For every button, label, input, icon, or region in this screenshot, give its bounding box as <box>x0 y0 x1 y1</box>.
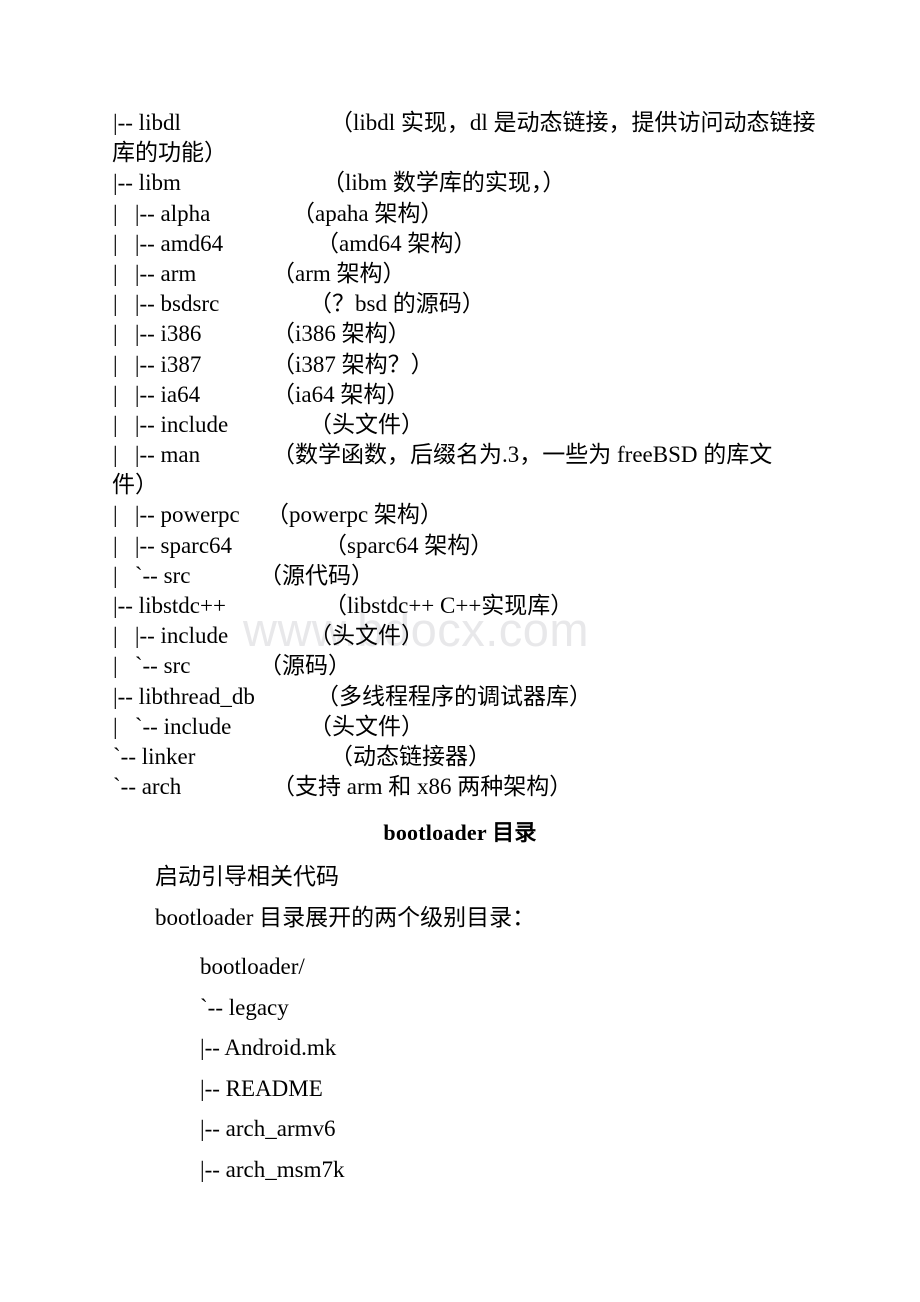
tree-row: | |-- i387 （i387 架构？） <box>113 350 823 380</box>
tree-row: | |-- amd64 （amd64 架构） <box>113 229 823 259</box>
paragraph-boot-description: 启动引导相关代码 <box>155 864 339 889</box>
tree-row: | `-- src （源码） <box>113 651 823 681</box>
tree-row-annotation: （源代码） <box>259 562 374 588</box>
tree-row-annotation: （amd64 架构） <box>316 230 477 256</box>
tree-row-path: |-- libthread_db <box>113 683 255 709</box>
tree-row-annotation: （libstdc++ C++实现库） <box>324 593 574 618</box>
tree-row-annotation: （源码） <box>259 653 351 679</box>
bootloader-row: |-- arch_armv6 <box>200 1116 336 1142</box>
bootloader-row: bootloader/ <box>200 954 305 979</box>
document-page: www.bdocx.com |-- libdl （libdl 实现，dl 是动态链… <box>0 0 920 1302</box>
tree-row-path: | `-- src <box>113 653 191 679</box>
tree-row: `-- linker （动态链接器） <box>113 742 823 772</box>
bootloader-row: |-- README <box>200 1075 323 1101</box>
tree-row-path: | |-- man <box>113 442 201 468</box>
bootloader-row: |-- Android.mk <box>200 1035 337 1061</box>
tree-row: | |-- ia64 （ia64 架构） <box>113 380 823 410</box>
tree-row-path: |-- libm <box>113 170 181 196</box>
bootloader-row: `-- legacy <box>200 994 289 1020</box>
tree-row-annotation: （多线程程序的调试器库） <box>316 683 592 709</box>
tree-row: | |-- include （头文件） <box>113 410 823 440</box>
tree-row-path: | |-- arm <box>113 260 197 286</box>
tree-row: |-- libstdc++ （libstdc++ C++实现库） <box>113 591 823 621</box>
tree-row-annotation: （powerpc 架构） <box>266 502 443 528</box>
tree-row-path: | |-- sparc64 <box>113 532 233 558</box>
tree-row: | |-- arm （arm 架构） <box>113 259 823 289</box>
tree-row-path: |-- libstdc++ <box>113 593 226 618</box>
tree-row: | |-- alpha （apaha 架构） <box>113 199 823 229</box>
tree-row-annotation: （头文件） <box>309 411 424 437</box>
tree-row-path: | |-- bsdsrc <box>113 291 220 317</box>
tree-row: |-- libdl （libdl 实现，dl 是动态链接，提供访问动态链接 <box>113 108 823 138</box>
tree-row: |-- libthread_db （多线程程序的调试器库） <box>113 682 823 712</box>
tree-row-annotation: （libm 数学库的实现，） <box>322 170 566 196</box>
bootloader-tree-listing: bootloader/ `-- legacy |-- Android.mk |-- R… <box>200 947 800 1191</box>
tree-row: | |-- man （数学函数，后缀名为.3，一些为 freeBSD 的库文 <box>113 440 823 470</box>
tree-row-annotation: （数学函数，后缀名为.3，一些为 freeBSD 的库文 <box>272 442 773 468</box>
tree-row: `-- arch （支持 arm 和 x86 两种架构） <box>113 772 823 802</box>
tree-row: | |-- powerpc （powerpc 架构） <box>113 500 823 530</box>
tree-row-annotation: （？bsd 的源码） <box>309 291 485 317</box>
tree-row-annotation: （sparc64 架构） <box>324 532 494 558</box>
tree-row-path: | |-- ia64 <box>113 381 201 407</box>
tree-row: |-- libm （libm 数学库的实现，） <box>113 168 823 198</box>
tree-row: | `-- include （头文件） <box>113 712 823 742</box>
tree-row-annotation: （arm 架构） <box>272 260 406 286</box>
tree-row-path: | |-- include <box>113 623 229 649</box>
tree-row-annotation: （动态链接器） <box>330 743 491 769</box>
tree-row-path: | |-- i387 <box>113 351 202 377</box>
tree-row: | |-- bsdsrc （？bsd 的源码） <box>113 289 823 319</box>
tree-row-path: | |-- i386 <box>113 321 202 347</box>
paragraph-boot-levels: bootloader 目录展开的两个级别目录： <box>155 905 536 930</box>
tree-row-path: | `-- include <box>113 713 232 739</box>
tree-row-annotation: （apaha 架构） <box>292 200 444 226</box>
tree-row-annotation: （头文件） <box>309 623 424 649</box>
tree-row-path: `-- linker <box>113 743 196 769</box>
tree-row-path: |-- libdl <box>113 110 181 135</box>
directory-tree-listing: |-- libdl （libdl 实现，dl 是动态链接，提供访问动态链接库的功能… <box>112 108 823 802</box>
tree-row-annotation: （libdl 实现，dl 是动态链接，提供访问动态链接 <box>330 110 816 135</box>
tree-row-path: | |-- alpha <box>113 200 211 226</box>
tree-row: | `-- src （源代码） <box>113 561 823 591</box>
tree-row-annotation: （支持 arm 和 x86 两种架构） <box>272 774 573 800</box>
tree-row-path: | |-- include <box>113 411 229 437</box>
tree-wrapped-line: 件） <box>112 472 158 498</box>
tree-row: | |-- include （头文件） <box>113 621 823 651</box>
tree-row-path: `-- arch <box>113 774 182 800</box>
tree-row-annotation: （i386 架构） <box>272 321 411 347</box>
section-heading-bootloader: bootloader 目录 <box>383 820 537 845</box>
bootloader-row: |-- arch_msm7k <box>200 1156 345 1182</box>
tree-row-annotation: （ia64 架构） <box>272 381 410 407</box>
tree-row-annotation: （i387 架构？） <box>272 351 434 377</box>
tree-row-path: | |-- amd64 <box>113 230 224 256</box>
tree-wrapped-line: 库的功能） <box>112 140 227 166</box>
tree-row-annotation: （头文件） <box>309 713 424 739</box>
tree-row-path: | |-- powerpc <box>113 502 240 528</box>
tree-row: | |-- sparc64 （sparc64 架构） <box>113 531 823 561</box>
tree-row-path: | `-- src <box>113 562 191 588</box>
tree-row: | |-- i386 （i386 架构） <box>113 319 823 349</box>
